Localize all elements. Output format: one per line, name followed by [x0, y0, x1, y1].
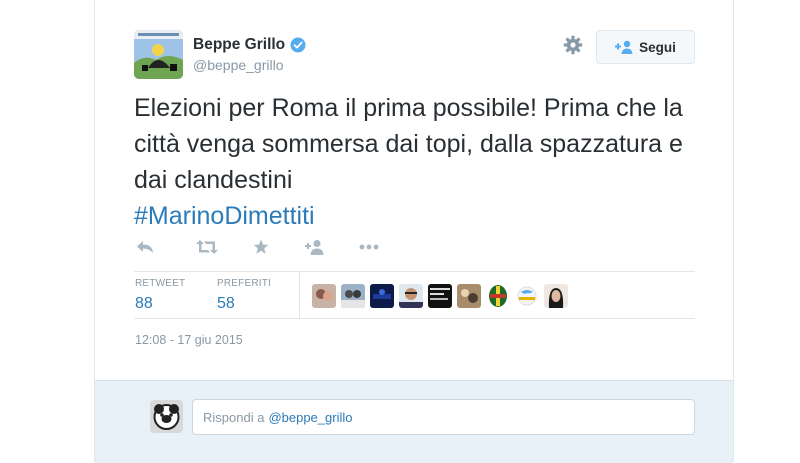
tweet-text: Elezioni per Roma il prima possibile! Pr… — [134, 90, 704, 234]
reply-placeholder-prefix: Rispondi a — [203, 409, 265, 425]
gear-icon[interactable] — [563, 35, 583, 55]
user-avatar[interactable] — [544, 284, 568, 308]
follow-button[interactable]: Segui — [596, 30, 695, 64]
tweet-timestamp[interactable]: 12:08 - 17 giu 2015 — [135, 333, 243, 347]
user-avatar[interactable] — [341, 284, 365, 308]
favorites-stat[interactable]: PREFERITI 58 — [217, 278, 271, 313]
stats-separator — [299, 272, 300, 318]
favorites-count[interactable]: 58 — [217, 295, 271, 313]
tweet-actions — [134, 236, 412, 258]
retweet-stat-label: RETWEET — [135, 278, 186, 289]
stats-top-divider — [134, 271, 695, 272]
tweet-body: Elezioni per Roma il prima possibile! Pr… — [134, 94, 683, 194]
user-avatar[interactable] — [457, 284, 481, 308]
user-avatar[interactable] — [399, 284, 423, 308]
favorite-icon[interactable] — [250, 237, 272, 257]
user-avatar[interactable] — [312, 284, 336, 308]
author-handle[interactable]: @beppe_grillo — [193, 57, 284, 73]
add-user-icon — [615, 40, 633, 54]
reply-icon[interactable] — [134, 237, 156, 257]
favorites-stat-label: PREFERITI — [217, 278, 272, 289]
reply-placeholder-mention: @beppe_grillo — [268, 409, 353, 425]
user-avatar[interactable] — [515, 284, 539, 308]
user-avatar[interactable] — [486, 284, 510, 308]
verified-badge-icon — [290, 37, 306, 53]
author-name[interactable]: Beppe Grillo — [193, 36, 285, 54]
author-avatar[interactable] — [134, 30, 183, 79]
follow-user-icon[interactable] — [304, 237, 326, 257]
author-name-row[interactable]: Beppe Grillo — [193, 36, 306, 54]
retweet-stat[interactable]: RETWEET 88 — [135, 278, 185, 313]
more-icon[interactable] — [358, 237, 380, 257]
follow-button-label: Segui — [639, 39, 676, 55]
current-user-avatar — [150, 400, 183, 433]
hashtag-link[interactable]: #MarinoDimettiti — [134, 202, 315, 230]
stats-bottom-divider — [134, 318, 695, 319]
retweet-icon[interactable] — [196, 237, 218, 257]
favoriters-avatars — [312, 284, 568, 308]
reply-input[interactable]: Rispondi a @beppe_grillo — [192, 399, 695, 435]
user-avatar[interactable] — [370, 284, 394, 308]
user-avatar[interactable] — [428, 284, 452, 308]
retweet-count[interactable]: 88 — [135, 295, 185, 313]
